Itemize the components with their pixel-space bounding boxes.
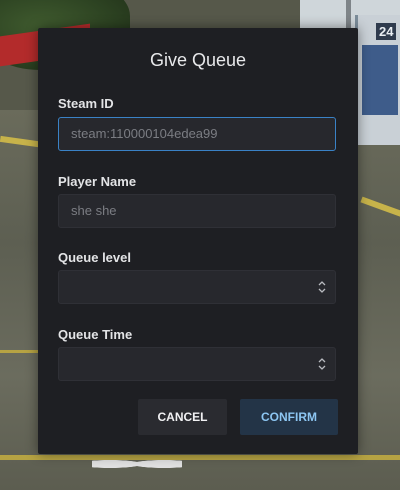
bus-number: 24 <box>376 23 397 40</box>
steam-id-input[interactable]: steam:110000104edea99 <box>58 117 336 151</box>
queue-time-select[interactable] <box>58 347 336 381</box>
queue-time-label: Queue Time <box>58 327 133 342</box>
queue-level-select[interactable] <box>58 270 336 304</box>
queue-level-label: Queue level <box>58 250 131 265</box>
player-feet <box>92 455 182 473</box>
curb <box>0 350 40 353</box>
chevron-updown-icon <box>318 358 326 370</box>
give-queue-dialog: Give Queue Steam ID steam:110000104edea9… <box>38 28 358 454</box>
cancel-button[interactable]: CANCEL <box>138 399 227 435</box>
steam-id-label: Steam ID <box>58 96 114 111</box>
steam-id-value: steam:110000104edea99 <box>71 126 218 141</box>
player-name-label: Player Name <box>58 174 137 189</box>
dialog-title: Give Queue <box>149 50 247 70</box>
player-name-input[interactable]: she she <box>58 194 336 228</box>
bus: 24 <box>355 15 400 145</box>
bus-window <box>362 45 398 115</box>
player-name-value: she she <box>71 203 117 218</box>
curb <box>0 455 400 460</box>
confirm-button[interactable]: CONFIRM <box>240 399 338 435</box>
chevron-updown-icon <box>318 281 326 293</box>
